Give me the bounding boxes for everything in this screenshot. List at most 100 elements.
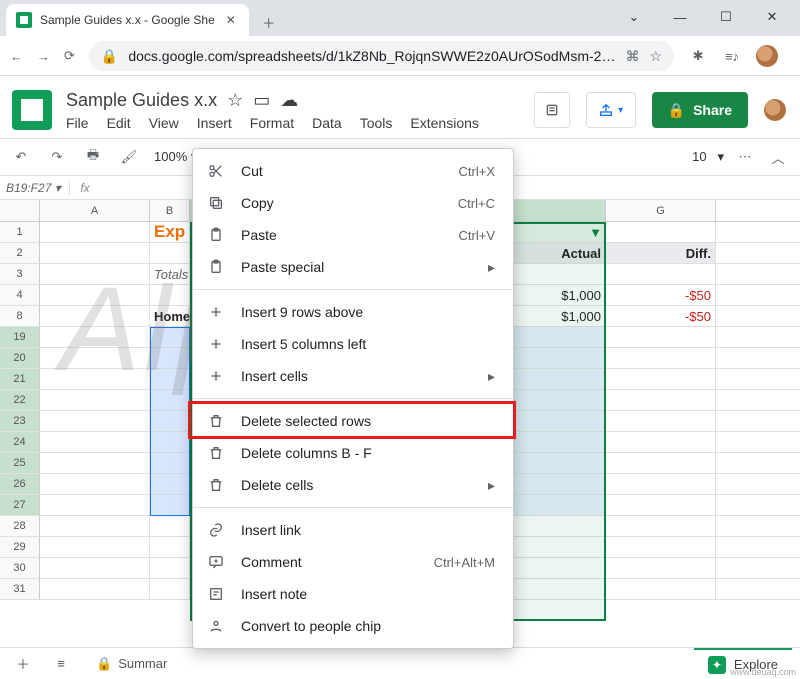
close-window-button[interactable]: ✕ <box>750 2 794 32</box>
menu-view[interactable]: View <box>149 115 179 131</box>
lock-icon: 🔒 <box>96 656 112 672</box>
name-box[interactable]: B19:F27 ▾ <box>0 181 70 195</box>
col-header-b[interactable]: B <box>150 200 190 221</box>
submenu-arrow-icon: ▸ <box>488 368 495 385</box>
ctx-label: Insert cells <box>241 368 308 384</box>
row-header[interactable]: 30 <box>0 558 40 578</box>
menu-file[interactable]: File <box>66 115 89 131</box>
star-icon[interactable]: ☆ <box>227 90 243 111</box>
menu-extensions[interactable]: Extensions <box>410 115 478 131</box>
ctx-cut[interactable]: CutCtrl+X <box>193 155 513 187</box>
undo-button[interactable]: ↶ <box>10 146 32 168</box>
menu-edit[interactable]: Edit <box>107 115 131 131</box>
ctx-delete-cols[interactable]: Delete columns B - F <box>193 437 513 469</box>
extensions-icon[interactable]: ✱ <box>688 46 708 66</box>
ctx-paste[interactable]: PasteCtrl+V <box>193 219 513 251</box>
print-button[interactable]: 🖶 <box>82 146 104 168</box>
account-avatar[interactable] <box>764 99 786 121</box>
cloud-icon[interactable]: ☁ <box>280 90 298 111</box>
trash-icon <box>207 476 225 494</box>
col-header-a[interactable]: A <box>40 200 150 221</box>
row-header[interactable]: 3 <box>0 264 40 284</box>
share-button[interactable]: 🔒 Share <box>652 92 748 128</box>
sheets-logo-icon[interactable] <box>12 90 52 130</box>
row-header[interactable]: 27 <box>0 495 40 515</box>
row-header[interactable]: 2 <box>0 243 40 263</box>
menu-insert[interactable]: Insert <box>197 115 232 131</box>
ctx-delete-rows[interactable]: Delete selected rows <box>193 405 513 437</box>
row-header[interactable]: 1 <box>0 222 40 242</box>
row-header[interactable]: 23 <box>0 411 40 431</box>
ctx-note[interactable]: Insert note <box>193 578 513 610</box>
diff-header[interactable]: Diff. <box>606 243 716 263</box>
row-header[interactable]: 4 <box>0 285 40 305</box>
zoom-dropdown[interactable]: 100% ▾ <box>154 149 197 165</box>
row-header[interactable]: 20 <box>0 348 40 368</box>
minimize-button[interactable]: — <box>658 2 702 32</box>
ctx-insert-link[interactable]: Insert link <box>193 514 513 546</box>
col-header-g[interactable]: G <box>606 200 716 221</box>
collapse-toolbar-button[interactable]: ︿ <box>766 145 790 169</box>
row-header[interactable]: 19 <box>0 327 40 347</box>
select-all-corner[interactable] <box>0 200 40 221</box>
ctx-delete-cells[interactable]: Delete cells▸ <box>193 469 513 501</box>
title-cell[interactable]: Exp <box>150 222 190 242</box>
row-header[interactable]: 22 <box>0 390 40 410</box>
ctx-paste-special[interactable]: Paste special▸ <box>193 251 513 283</box>
ctx-insert-cells[interactable]: Insert cells ▸ <box>193 360 513 392</box>
all-sheets-button[interactable]: ≡ <box>46 650 76 678</box>
translate-icon[interactable]: ⌘ <box>625 48 639 65</box>
row-header[interactable]: 28 <box>0 516 40 536</box>
ctx-label: Copy <box>241 195 274 211</box>
profile-avatar[interactable] <box>756 45 778 67</box>
lock-icon: 🔒 <box>668 102 685 119</box>
doc-title[interactable]: Sample Guides x.x <box>66 90 217 111</box>
history-button[interactable] <box>534 92 570 128</box>
sheet-tab[interactable]: 🔒 Summar <box>84 650 179 678</box>
back-button[interactable]: ← <box>10 46 23 66</box>
playlist-icon[interactable]: ≡♪ <box>722 46 742 66</box>
link-icon <box>207 521 225 539</box>
font-size-dropdown[interactable]: 10 ▾ <box>692 149 724 165</box>
more-tools-button[interactable]: ⋯ <box>734 146 756 168</box>
forward-button[interactable]: → <box>37 46 50 66</box>
quick-share-button[interactable]: ▾ <box>586 92 636 128</box>
explore-icon: ✦ <box>708 656 726 674</box>
copy-icon <box>207 194 225 212</box>
reload-button[interactable]: ⟳ <box>64 46 75 66</box>
row-header[interactable]: 29 <box>0 537 40 557</box>
row-header[interactable]: 8 <box>0 306 40 326</box>
ctx-insert-cols[interactable]: Insert 5 columns left <box>193 328 513 360</box>
maximize-button[interactable]: ☐ <box>704 2 748 32</box>
menu-icon[interactable]: ⋮ <box>792 46 800 66</box>
row-header[interactable]: 31 <box>0 579 40 599</box>
ctx-copy[interactable]: CopyCtrl+C <box>193 187 513 219</box>
ctx-label: Cut <box>241 163 263 179</box>
close-tab-icon[interactable]: ✕ <box>223 12 239 28</box>
submenu-arrow-icon: ▸ <box>488 259 495 276</box>
menu-data[interactable]: Data <box>312 115 342 131</box>
selection-b-column <box>150 327 190 516</box>
ctx-label: Insert 9 rows above <box>241 304 363 320</box>
ctx-people-chip[interactable]: Convert to people chip <box>193 610 513 642</box>
url-input[interactable]: 🔒 docs.google.com/spreadsheets/d/1kZ8Nb_… <box>89 41 674 71</box>
row-header[interactable]: 24 <box>0 432 40 452</box>
new-tab-button[interactable]: ＋ <box>255 8 283 36</box>
trash-icon <box>207 444 225 462</box>
menu-format[interactable]: Format <box>250 115 294 131</box>
ctx-comment[interactable]: CommentCtrl+Alt+M <box>193 546 513 578</box>
bookmark-icon[interactable]: ☆ <box>649 48 662 65</box>
add-sheet-button[interactable]: ＋ <box>8 650 38 678</box>
ctx-insert-rows[interactable]: Insert 9 rows above <box>193 296 513 328</box>
people-icon <box>207 617 225 635</box>
redo-button[interactable]: ↷ <box>46 146 68 168</box>
row-header[interactable]: 26 <box>0 474 40 494</box>
row-header[interactable]: 21 <box>0 369 40 389</box>
address-bar: ← → ⟳ 🔒 docs.google.com/spreadsheets/d/1… <box>0 36 800 76</box>
menu-tools[interactable]: Tools <box>360 115 393 131</box>
paint-format-button[interactable]: 🖌 <box>118 146 140 168</box>
row-header[interactable]: 25 <box>0 453 40 473</box>
chevron-down-icon[interactable]: ⌄ <box>612 2 656 32</box>
move-icon[interactable]: ▭ <box>253 90 270 111</box>
browser-tab[interactable]: Sample Guides x.x - Google She ✕ <box>6 4 249 36</box>
